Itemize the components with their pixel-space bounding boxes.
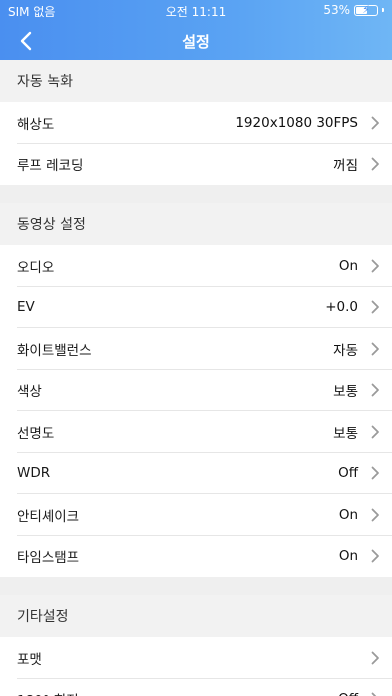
row-value: Off [338,465,358,482]
section-header: 자동 녹화 [0,60,392,102]
chevron-right-icon [366,381,384,399]
row-value: On [338,506,358,523]
chevron-right-icon [366,298,384,316]
settings-row[interactable]: 안티셰이크 On [0,494,392,536]
row-label: EV [17,299,35,316]
settings-row[interactable]: 루프 레코딩 꺼짐 [0,143,392,185]
battery-percent: 53% [323,3,350,17]
settings-row[interactable]: 180° 회전Off [0,678,392,696]
settings-row[interactable]: WDR Off [0,452,392,494]
row-value: 자동 [333,342,358,359]
row-label: 안티셰이크 [17,508,80,525]
chevron-right-icon [366,257,384,275]
settings-row[interactable]: 오디오 On [0,245,392,287]
settings-row[interactable]: 타임스탬프 On [0,535,392,577]
chevron-right-icon [366,340,384,358]
row-label: 선명도 [17,425,55,442]
chevron-right-icon [366,547,384,565]
chevron-right-icon [366,690,384,696]
row-label: WDR [17,465,51,482]
row-label: 오디오 [17,259,55,276]
battery-icon: ⚡ [354,3,378,16]
row-value: +0.0 [325,299,358,316]
section-gap [0,185,392,203]
settings-list: 자동 녹화 해상도 1920x1080 30FPS 루프 레코딩 꺼짐 동영상 설정 오디오… [0,60,392,696]
chevron-right-icon [366,464,384,482]
chevron-right-icon [366,155,384,173]
page-title: 설정 [182,33,210,51]
chevron-right-icon [366,114,384,132]
row-label: 화이트밸런스 [17,342,92,359]
settings-row[interactable]: 색상 보통 [0,369,392,411]
row-label: 타임스탬프 [17,550,80,567]
chevron-right-icon [366,649,384,667]
row-label: 180° 회전 [17,689,338,696]
row-label: 포맷 [17,651,42,668]
settings-row[interactable]: EV +0.0 [0,286,392,328]
row-value: 보통 [333,384,358,401]
settings-row[interactable]: 포맷 [0,637,392,679]
section-gap [0,577,392,595]
row-label: 색상 [17,384,42,401]
section-header: 기타설정 [0,595,392,637]
nav-bar: 설정 [0,22,392,60]
row-value: On [338,257,358,274]
settings-row[interactable]: 선명도 보통 [0,411,392,453]
status-bar: SIM 없음 오전 11:11 53% ⚡ [0,0,392,22]
row-value: 1920x1080 30FPS [235,114,358,131]
row-value: Off [338,691,358,696]
row-value: 보통 [333,425,358,442]
battery-indicator: 53% ⚡ [323,3,384,17]
app-header: SIM 없음 오전 11:11 53% ⚡ 설정 [0,0,392,60]
row-label: 해상도 [17,116,55,133]
row-label: 루프 레코딩 [17,158,84,175]
settings-row[interactable]: 화이트밸런스 자동 [0,328,392,370]
chevron-right-icon [366,506,384,524]
chevron-right-icon [366,423,384,441]
section-header: 동영상 설정 [0,203,392,245]
row-value: 꺼짐 [333,158,358,175]
settings-row[interactable]: 해상도 1920x1080 30FPS [0,102,392,144]
row-value: On [338,548,358,565]
